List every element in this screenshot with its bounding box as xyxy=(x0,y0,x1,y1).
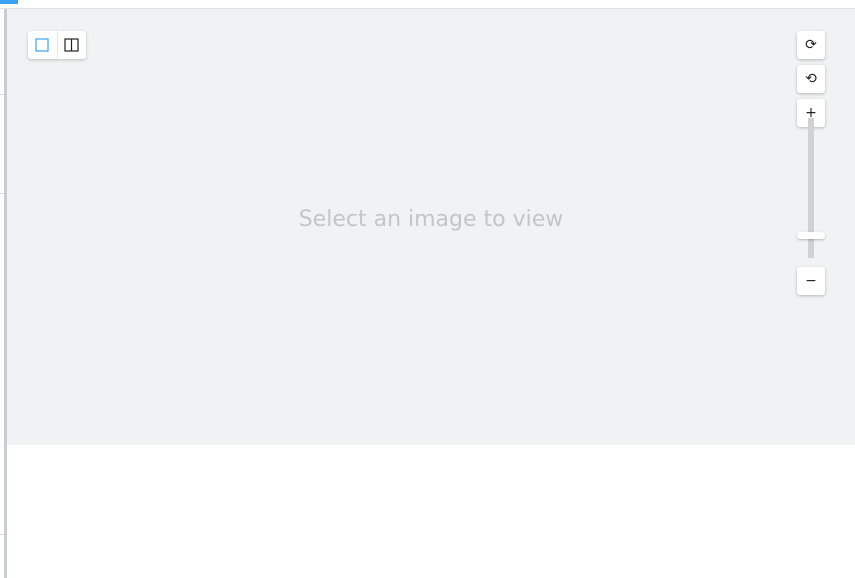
view-mode-toggle xyxy=(28,31,86,59)
single-view-icon xyxy=(35,38,49,52)
sidebar-divider xyxy=(0,534,4,535)
split-view-icon xyxy=(64,38,79,52)
rotate-counterclockwise-icon: ⟲ xyxy=(805,71,817,87)
rotate-counterclockwise-button[interactable]: ⟲ xyxy=(797,65,825,93)
active-tab-indicator xyxy=(0,0,18,4)
sidebar-divider xyxy=(0,193,4,194)
empty-state-message: Select an image to view xyxy=(298,207,564,232)
zoom-out-button[interactable]: − xyxy=(797,267,825,295)
zoom-out-icon: − xyxy=(805,273,817,289)
zoom-slider-handle[interactable] xyxy=(797,231,825,239)
single-view-button[interactable] xyxy=(28,31,57,59)
rotate-clockwise-icon: ⟳ xyxy=(805,37,817,53)
image-viewer[interactable]: Select an image to view xyxy=(7,9,855,445)
rotate-clockwise-button[interactable]: ⟳ xyxy=(797,31,825,59)
sidebar-divider xyxy=(0,94,4,95)
split-view-button[interactable] xyxy=(56,31,87,59)
